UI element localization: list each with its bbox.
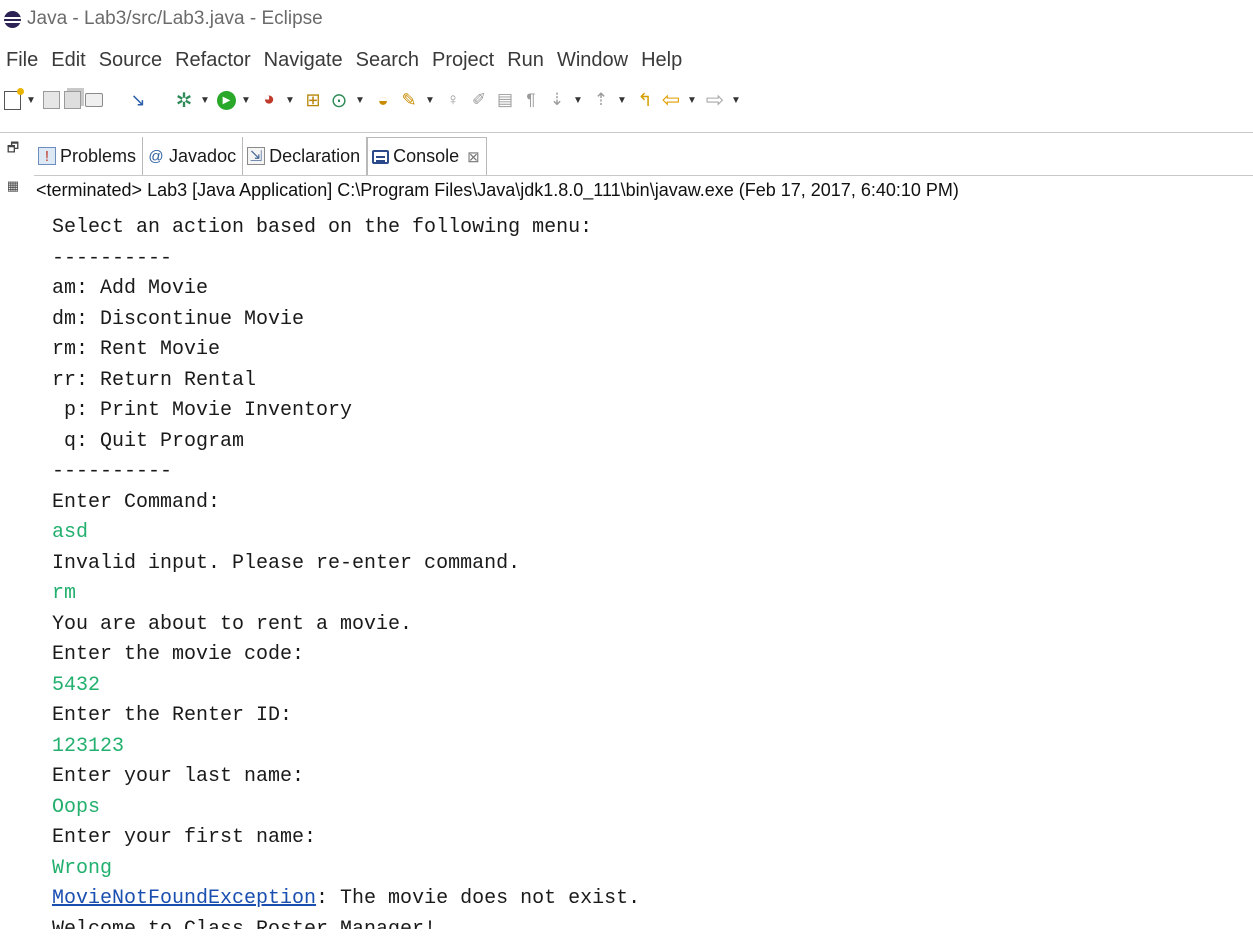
save-all-icon[interactable] xyxy=(64,91,81,109)
package-explorer-icon[interactable]: ▦ xyxy=(6,178,20,193)
print-icon[interactable] xyxy=(85,93,103,107)
console-output-line: Enter your first name: xyxy=(52,826,317,849)
tab-problems[interactable]: ! Problems xyxy=(34,137,144,175)
console-output-line: Enter the Renter ID: xyxy=(52,704,293,727)
problems-icon: ! xyxy=(38,147,56,165)
search-icon[interactable]: ✎ xyxy=(398,89,420,111)
menu-navigate[interactable]: Navigate xyxy=(264,49,343,72)
show-whitespace-icon[interactable]: ¶ xyxy=(520,89,542,111)
console-output-line: Enter the movie code: xyxy=(52,643,305,666)
back-dropdown-icon[interactable]: ▼ xyxy=(686,95,698,106)
tab-console[interactable]: Console ⊠ xyxy=(367,137,487,175)
console-input-line: Oops xyxy=(52,795,101,819)
save-icon[interactable] xyxy=(43,91,60,109)
tab-console-label: Console xyxy=(393,146,460,166)
tab-javadoc[interactable]: @ Javadoc xyxy=(143,137,244,175)
console-input-line: asd xyxy=(52,521,89,544)
menu-project[interactable]: Project xyxy=(432,49,494,72)
window-title: Java - Lab3/src/Lab3.java - Eclipse xyxy=(27,8,323,29)
console-clipped-line: Welcome to Class Roster Manager! xyxy=(52,915,640,929)
menu-source[interactable]: Source xyxy=(99,49,162,72)
console-output-line: You are about to rent a movie. xyxy=(52,612,413,636)
restore-icon[interactable]: 🗗 xyxy=(6,140,20,157)
console-output-line: Invalid input. Please re-enter command. xyxy=(52,551,521,575)
title-bar: Java - Lab3/src/Lab3.java - Eclipse xyxy=(0,0,1253,38)
new-dropdown-icon[interactable]: ▼ xyxy=(25,95,37,106)
console-output-line: rm: Rent Movie xyxy=(52,338,221,361)
menu-bar: File Edit Source Refactor Navigate Searc… xyxy=(0,45,695,75)
coverage-dropdown-icon[interactable]: ▼ xyxy=(284,95,296,106)
console-exception-line: MovieNotFoundException: The movie does n… xyxy=(52,884,640,915)
run-dropdown-icon[interactable]: ▼ xyxy=(240,95,252,106)
console-output-line: q: Quit Program xyxy=(52,429,245,453)
coverage-icon[interactable]: ◕ xyxy=(258,89,280,111)
prev-annotation-dropdown-icon[interactable]: ▼ xyxy=(616,95,628,106)
console-output-line: p: Print Movie Inventory xyxy=(52,399,353,422)
forward-dropdown-icon[interactable]: ▼ xyxy=(730,95,742,106)
view-tab-bar: ! Problems @ Javadoc ⇲ Declaration Conso… xyxy=(34,137,487,175)
new-class-dropdown-icon[interactable]: ▼ xyxy=(354,95,366,106)
console-output-line: ---------- xyxy=(52,460,173,483)
console-input-line: rm xyxy=(52,582,77,605)
exception-message: : The movie does not exist. xyxy=(316,887,641,910)
tab-divider xyxy=(34,175,1253,176)
console-output-line: ---------- xyxy=(52,246,173,270)
tab-problems-label: Problems xyxy=(60,145,137,166)
console-input-line: Wrong xyxy=(52,856,113,880)
menu-edit[interactable]: Edit xyxy=(51,49,85,72)
next-annotation-icon[interactable]: ⇣ xyxy=(546,89,568,111)
javadoc-icon: @ xyxy=(148,147,164,165)
console-output-line: dm: Discontinue Movie xyxy=(52,307,305,331)
console-input-line: 123123 xyxy=(52,734,125,758)
menu-window[interactable]: Window xyxy=(557,49,628,72)
search-dropdown-icon[interactable]: ▼ xyxy=(424,95,436,106)
tab-declaration-label: Declaration xyxy=(269,145,361,166)
console-output-line: rr: Return Rental xyxy=(52,368,257,392)
side-trim: 🗗 ▦ xyxy=(0,137,30,940)
console-icon xyxy=(372,149,390,164)
open-type-icon[interactable]: ◒ xyxy=(372,89,394,111)
menu-refactor[interactable]: Refactor xyxy=(175,49,251,72)
tab-javadoc-label: Javadoc xyxy=(169,145,237,166)
toolbar-divider xyxy=(0,132,1253,133)
next-annotation-dropdown-icon[interactable]: ▼ xyxy=(572,95,584,106)
menu-file[interactable]: File xyxy=(6,49,38,72)
eclipse-icon xyxy=(4,10,21,28)
menu-help[interactable]: Help xyxy=(641,49,682,72)
toggle-annotation-icon[interactable]: ♀ xyxy=(442,89,464,111)
debug-icon[interactable]: ✲ xyxy=(173,89,195,112)
exception-link[interactable]: MovieNotFoundException xyxy=(52,887,316,910)
skip-breakpoints-icon[interactable]: ↘ xyxy=(127,89,149,111)
debug-dropdown-icon[interactable]: ▼ xyxy=(199,95,211,106)
tab-declaration[interactable]: ⇲ Declaration xyxy=(243,137,368,175)
menu-run[interactable]: Run xyxy=(507,49,544,72)
back-icon[interactable]: ⇦ xyxy=(660,87,682,112)
run-icon[interactable]: ▶ xyxy=(217,90,236,110)
forward-icon[interactable]: ⇨ xyxy=(704,87,726,112)
console-output-line: Select an action based on the following … xyxy=(52,216,593,239)
new-class-icon[interactable]: ⊙ xyxy=(328,89,350,112)
declaration-icon: ⇲ xyxy=(247,147,266,165)
last-edit-icon[interactable]: ↰ xyxy=(634,89,656,111)
close-icon[interactable]: ⊠ xyxy=(467,148,480,166)
console-output-line: Enter your last name: xyxy=(52,765,305,788)
console-output-line: am: Add Movie xyxy=(52,277,209,300)
console-output-line: Enter Command: xyxy=(52,490,221,514)
prev-annotation-icon[interactable]: ⇡ xyxy=(590,89,612,111)
mark-occurrences-icon[interactable]: ✐ xyxy=(468,89,490,111)
menu-search[interactable]: Search xyxy=(356,49,419,72)
console-input-line: 5432 xyxy=(52,673,101,697)
main-toolbar: ▼ ↘ ✲ ▼ ▶ ▼ ◕ ▼ ⊞ ⊙ ▼ ◒ ✎ ▼ ♀ ✐ ▤ ¶ ⇣ ▼ … xyxy=(0,84,1253,116)
block-selection-icon[interactable]: ▤ xyxy=(494,89,516,111)
new-icon[interactable] xyxy=(4,87,24,110)
new-package-icon[interactable]: ⊞ xyxy=(302,89,324,111)
console-output[interactable]: Select an action based on the following … xyxy=(52,213,640,929)
console-status: <terminated> Lab3 [Java Application] C:\… xyxy=(36,180,959,200)
